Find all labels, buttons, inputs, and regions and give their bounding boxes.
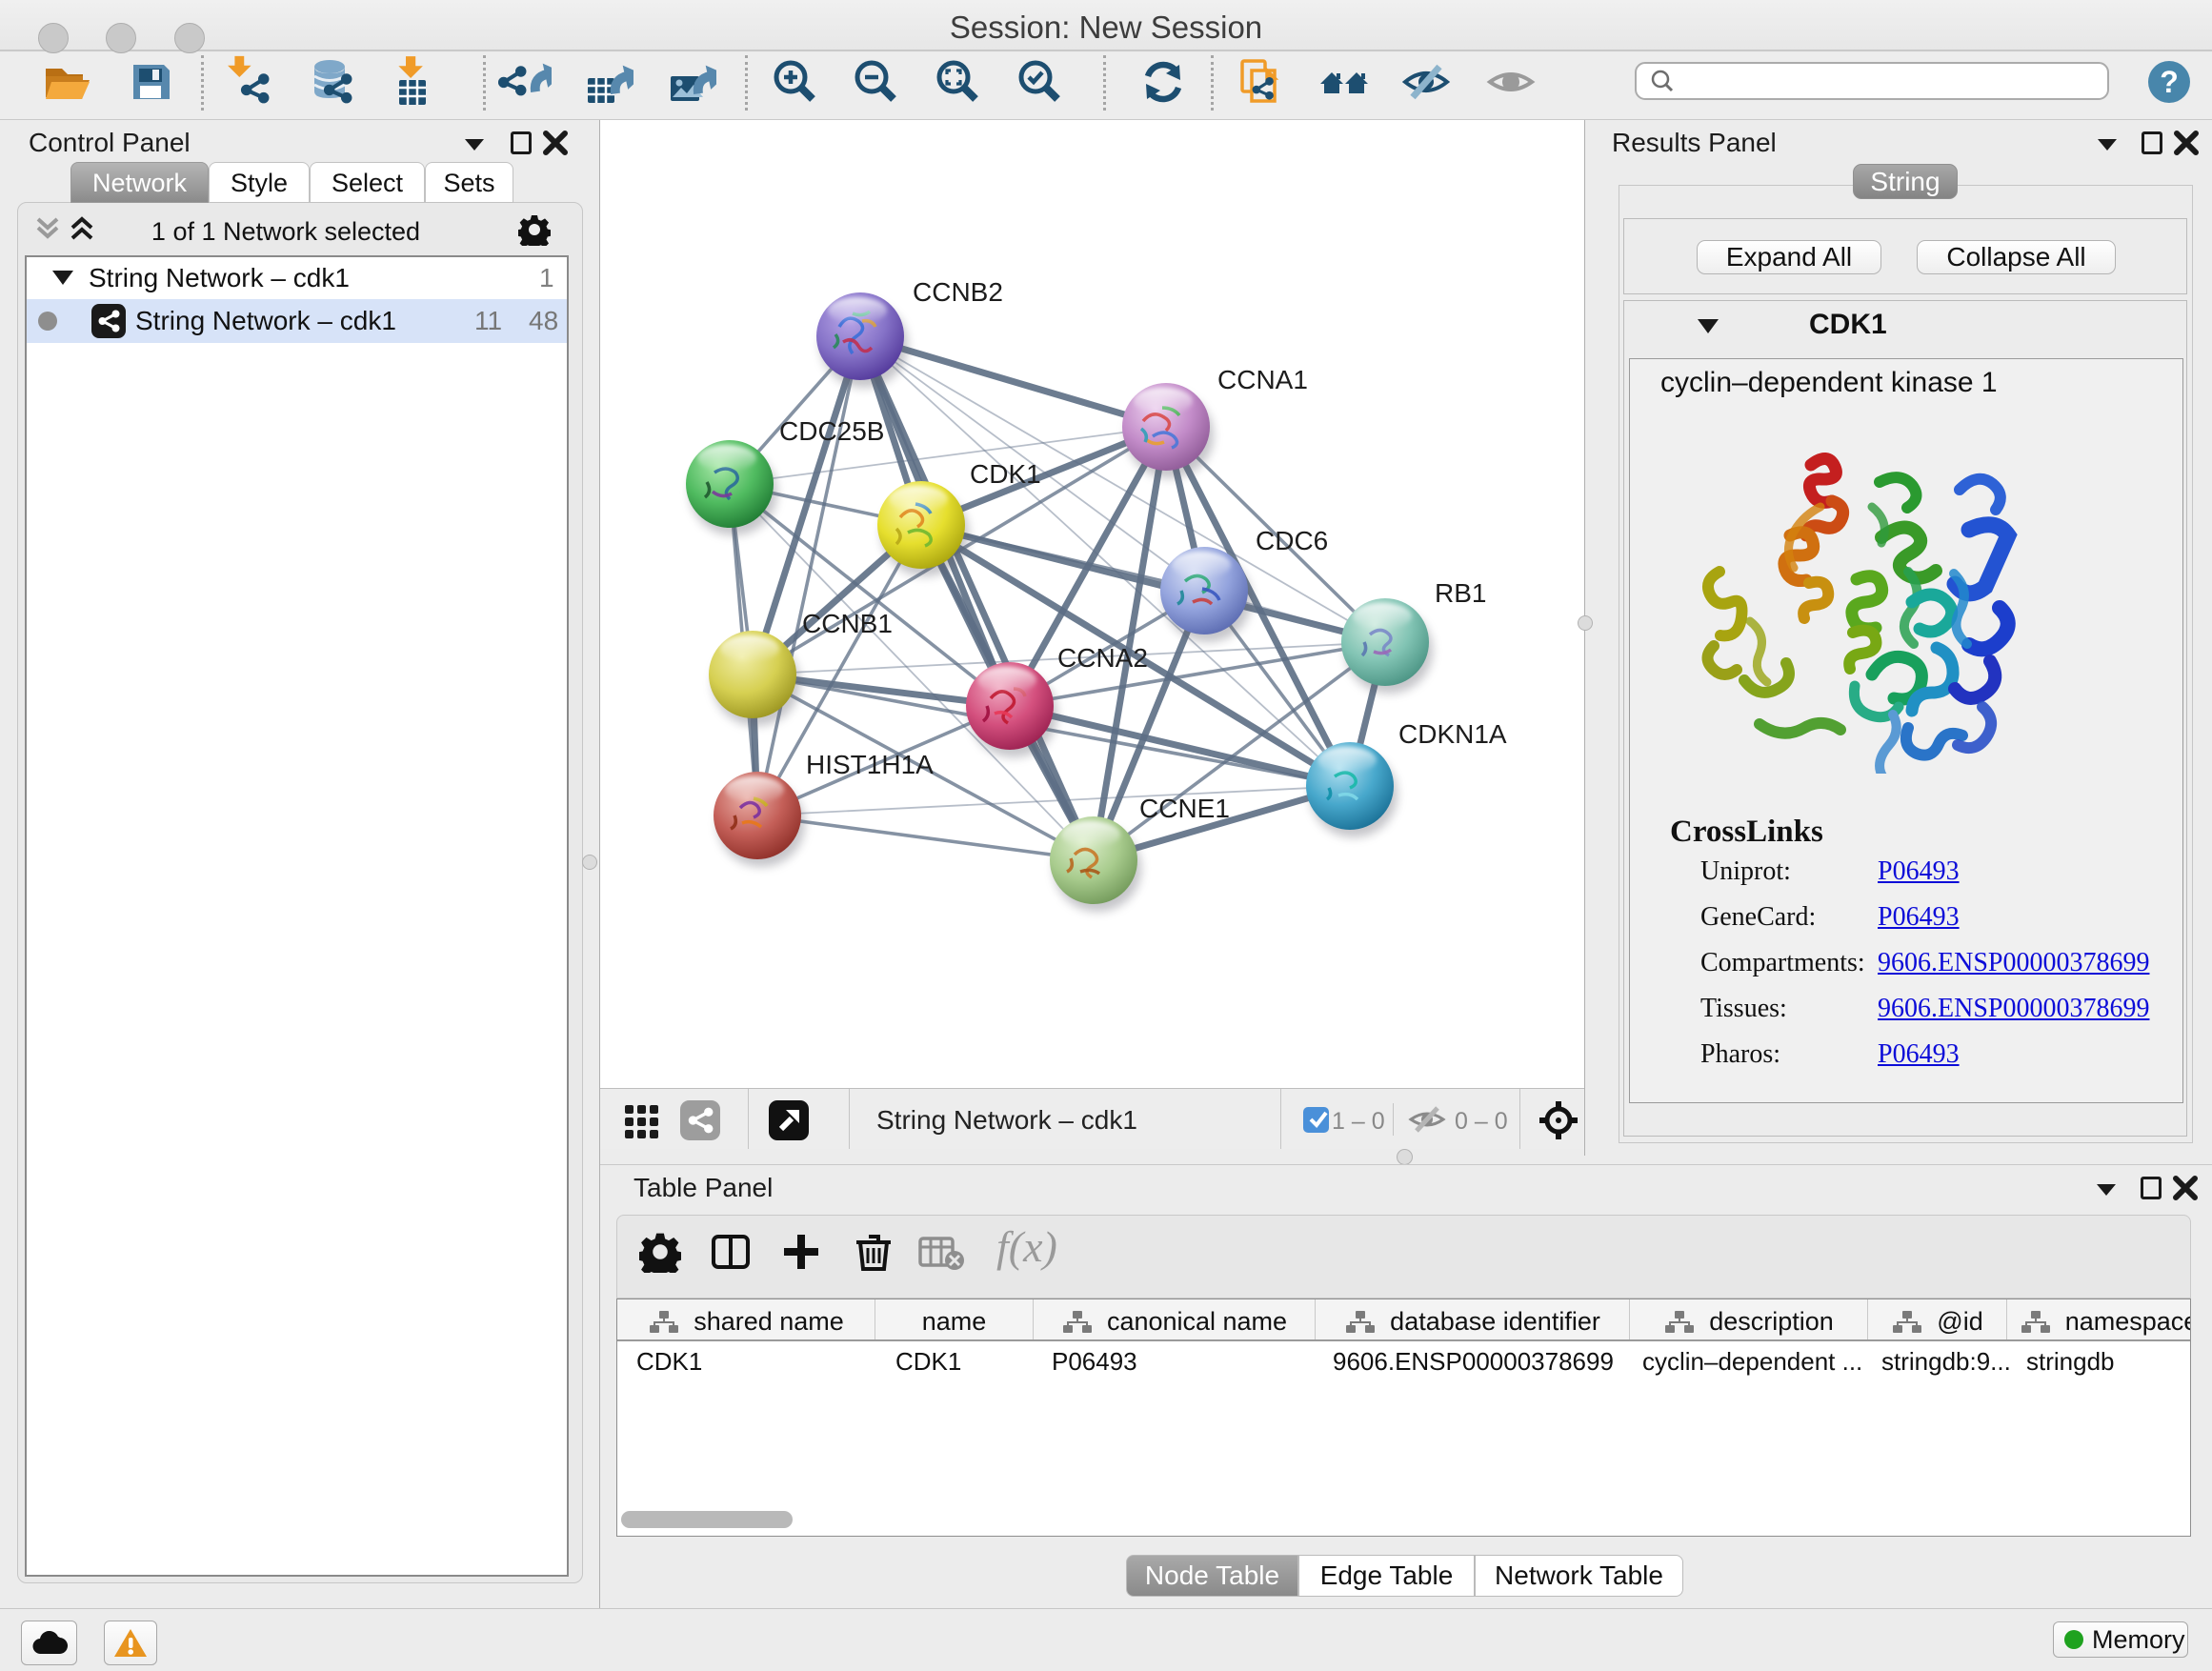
- svg-text:CDK1: CDK1: [970, 459, 1041, 489]
- svg-text:CCNA1: CCNA1: [1217, 365, 1308, 394]
- svg-text:CCNB1: CCNB1: [802, 609, 893, 638]
- svg-text:CCNE1: CCNE1: [1139, 794, 1230, 823]
- svg-text:RB1: RB1: [1435, 578, 1486, 608]
- svg-text:CDC25B: CDC25B: [779, 416, 884, 446]
- svg-text:HIST1H1A: HIST1H1A: [806, 750, 934, 779]
- svg-text:CDKN1A: CDKN1A: [1398, 719, 1507, 749]
- svg-text:CCNB2: CCNB2: [913, 277, 1003, 307]
- svg-text:CDC6: CDC6: [1256, 526, 1328, 555]
- svg-text:CCNA2: CCNA2: [1057, 643, 1148, 673]
